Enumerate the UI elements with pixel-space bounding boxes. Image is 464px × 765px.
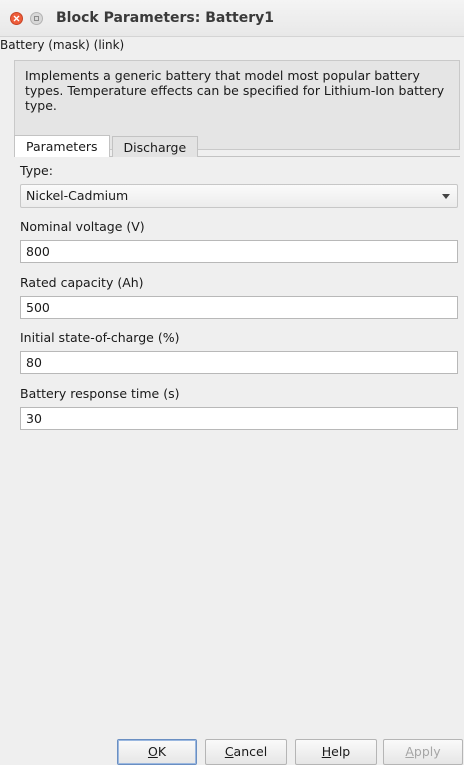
help-mnemonic: H [321, 744, 332, 759]
type-dropdown[interactable]: Nickel-Cadmium [20, 184, 458, 208]
cancel-mnemonic: C [224, 744, 234, 759]
apply-button[interactable]: Apply [383, 739, 463, 765]
tab-bar: Parameters Discharge [14, 134, 200, 157]
description-text: Implements a generic battery that model … [25, 68, 445, 113]
ok-label-rest: K [157, 744, 167, 759]
initial-soc-field[interactable]: 80 [20, 351, 458, 374]
apply-label-rest: pply [413, 744, 441, 759]
tab-parameters[interactable]: Parameters [14, 135, 110, 157]
mask-label: Battery (mask) (link) [0, 38, 125, 52]
ok-button[interactable]: OK [117, 739, 197, 765]
close-icon [13, 15, 20, 21]
tab-discharge[interactable]: Discharge [111, 136, 199, 157]
maximize-icon [34, 15, 39, 21]
cancel-label-rest: ancel [233, 744, 268, 759]
help-label-rest: elp [331, 744, 351, 759]
title-bar: Block Parameters: Battery1 [0, 0, 464, 37]
type-label: Type: [20, 163, 53, 178]
ok-mnemonic: O [147, 744, 158, 759]
chevron-down-icon [442, 194, 450, 199]
type-dropdown-value: Nickel-Cadmium [26, 188, 129, 203]
rated-capacity-field[interactable]: 500 [20, 296, 458, 319]
apply-mnemonic: A [405, 744, 414, 759]
nominal-voltage-label: Nominal voltage (V) [20, 219, 145, 234]
help-button[interactable]: Help [295, 739, 377, 765]
response-time-field[interactable]: 30 [20, 407, 458, 430]
maximize-button[interactable] [30, 11, 43, 25]
initial-soc-label: Initial state-of-charge (%) [20, 330, 180, 345]
nominal-voltage-field[interactable]: 800 [20, 240, 458, 263]
cancel-button[interactable]: Cancel [205, 739, 287, 765]
rated-capacity-label: Rated capacity (Ah) [20, 275, 144, 290]
response-time-label: Battery response time (s) [20, 386, 180, 401]
window-title: Block Parameters: Battery1 [56, 10, 275, 26]
close-button[interactable] [10, 11, 23, 25]
